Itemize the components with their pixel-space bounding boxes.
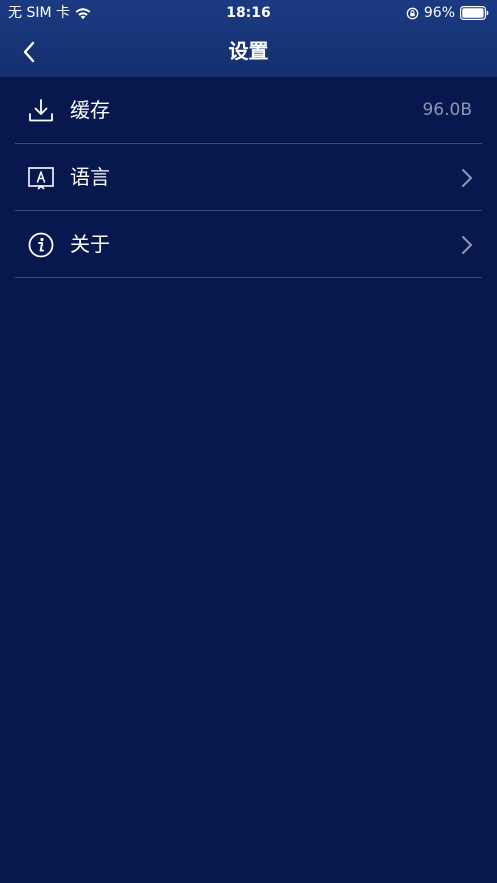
settings-row-label: 缓存 [70, 98, 110, 122]
settings-list: 缓存 96.0B 语言 关于 [15, 77, 482, 278]
chevron-right-icon [462, 236, 472, 254]
settings-row-cache[interactable]: 缓存 96.0B [15, 77, 482, 144]
cache-size-value: 96.0B [422, 100, 472, 120]
status-right: 96% [406, 0, 489, 26]
status-bar: 无 SIM 卡 18:16 96% [0, 0, 497, 26]
settings-row-label: 语言 [70, 165, 110, 189]
download-icon [27, 97, 55, 125]
battery-percentage: 96% [423, 5, 455, 21]
settings-row-about[interactable]: 关于 [15, 211, 482, 278]
nav-bar: 设置 [0, 26, 497, 77]
settings-row-label: 关于 [70, 232, 110, 256]
language-icon [27, 164, 55, 192]
info-icon [27, 231, 55, 259]
battery-icon [460, 6, 489, 20]
rotation-lock-icon [406, 7, 419, 19]
page-title: 设置 [228, 39, 269, 63]
settings-row-language[interactable]: 语言 [15, 144, 482, 211]
top-bar: 无 SIM 卡 18:16 96% 设置 [0, 0, 497, 77]
chevron-right-icon [462, 169, 472, 187]
